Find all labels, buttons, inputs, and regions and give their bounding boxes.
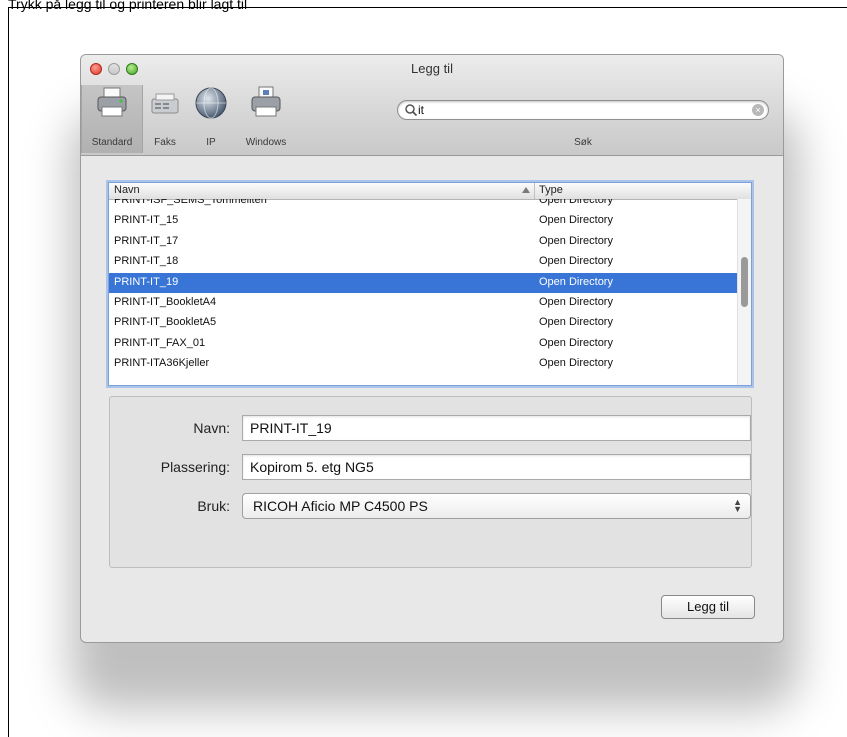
printer-row-type: Open Directory — [539, 357, 613, 370]
printer-row[interactable]: PRINT-IT_FAX_01 Open Directory — [109, 334, 738, 354]
column-divider — [534, 183, 535, 199]
name-label: Navn: — [193, 420, 230, 436]
printer-icon — [97, 87, 127, 117]
windows-printer-icon — [251, 86, 281, 117]
search-field[interactable]: it × — [397, 100, 769, 120]
printer-row-name: PRINT-IT_18 — [114, 255, 179, 268]
frame-border-left — [8, 7, 9, 737]
updown-arrows-icon: ▲ ▼ — [733, 497, 742, 514]
driver-select[interactable]: RICOH Aficio MP C4500 PS ▲ ▼ — [242, 493, 751, 519]
titlebar: Legg til Standard Faks IP Windows it × S… — [81, 55, 783, 156]
search-icon — [405, 104, 418, 117]
driver-select-value: RICOH Aficio MP C4500 PS — [253, 498, 428, 514]
clear-search-icon[interactable]: × — [752, 104, 764, 116]
column-header-type[interactable]: Type — [539, 184, 563, 196]
search-input[interactable]: it — [418, 103, 424, 117]
printer-row-name: PRINT-IT_BookletA5 — [114, 316, 217, 329]
printer-row-name: PRINT-ITA36Kjeller — [114, 357, 210, 370]
location-label: Plassering: — [160, 459, 230, 475]
globe-icon — [195, 87, 227, 119]
printer-row[interactable]: PRINT-IT_15 Open Directory — [109, 211, 738, 231]
scrollbar-thumb[interactable] — [741, 257, 748, 307]
add-printer-button[interactable]: Legg til — [661, 595, 755, 619]
printer-row[interactable]: PRINT-ITA36Kjeller Open Directory — [109, 354, 738, 374]
printer-row[interactable]: PRINT-IT_BookletA5 Open Directory — [109, 313, 738, 333]
location-field[interactable]: Kopirom 5. etg NG5 — [242, 454, 751, 480]
use-label: Bruk: — [197, 498, 230, 514]
list-scrollbar[interactable] — [737, 199, 751, 385]
printer-row[interactable]: PRINT-IT_19 Open Directory — [109, 272, 738, 293]
printer-row-name: PRINT-IT_15 — [114, 214, 179, 227]
printer-row[interactable]: PRINT-IT_17 Open Directory — [109, 232, 738, 252]
printer-row-type: Open Directory — [539, 234, 613, 247]
printer-row-name: PRINT-IT_BookletA4 — [114, 295, 217, 308]
caption-text: Trykk på legg til og printeren blir lagt… — [8, 0, 248, 12]
sort-ascending-icon — [522, 187, 530, 193]
toolbar-ip-label: IP — [206, 137, 216, 148]
fax-icon — [151, 93, 179, 114]
printer-row-name: PRINT-IT_19 — [114, 275, 179, 288]
toolbar-standard-button[interactable]: Standard — [81, 85, 143, 153]
toolbar-ip-button[interactable]: IP — [189, 85, 233, 153]
printer-row-type: Open Directory — [539, 336, 613, 349]
add-printer-window: Legg til Standard Faks IP Windows it × S… — [80, 54, 784, 643]
toolbar-windows-button[interactable]: Windows — [235, 85, 297, 153]
printer-row-type: Open Directory — [539, 255, 613, 268]
toolbar-windows-label: Windows — [245, 137, 287, 148]
window-title: Legg til — [411, 61, 453, 76]
search-label: Søk — [574, 137, 592, 148]
printer-row-name: PRINT-IT_17 — [114, 234, 179, 247]
printer-row-type: Open Directory — [539, 214, 613, 227]
name-field[interactable]: PRINT-IT_19 — [242, 415, 751, 441]
printer-row-type: Open Directory — [539, 275, 613, 288]
printer-row-name: PRINT-IT_FAX_01 — [114, 336, 206, 349]
frame-border-top — [8, 7, 847, 8]
toolbar-standard-label: Standard — [91, 137, 133, 148]
column-header-name[interactable]: Navn — [114, 184, 140, 196]
printer-details-panel: Navn: PRINT-IT_19 Plassering: Kopirom 5.… — [109, 396, 752, 568]
printer-row-name: PRINT-ISF_SEMS_Tommeliten — [114, 199, 267, 206]
toolbar-fax-label: Faks — [154, 137, 176, 148]
printer-row[interactable]: PRINT-IT_BookletA4 Open Directory — [109, 293, 738, 313]
printer-row-type: Open Directory — [539, 316, 613, 329]
list-rows: PRINT-ISF_SEMS_Tommeliten Open Directory P… — [109, 199, 738, 385]
printer-row-type: Open Directory — [539, 199, 613, 206]
printer-row-type: Open Directory — [539, 295, 613, 308]
list-header: Navn Type — [109, 183, 751, 200]
toolbar-fax-button[interactable]: Faks — [143, 85, 187, 153]
printer-row[interactable]: PRINT-ISF_SEMS_Tommeliten Open Directory — [109, 199, 738, 211]
printer-list[interactable]: Navn Type PRINT-ISF_SEMS_Tommeliten Open … — [108, 182, 752, 386]
printer-row[interactable]: PRINT-IT_18 Open Directory — [109, 252, 738, 272]
